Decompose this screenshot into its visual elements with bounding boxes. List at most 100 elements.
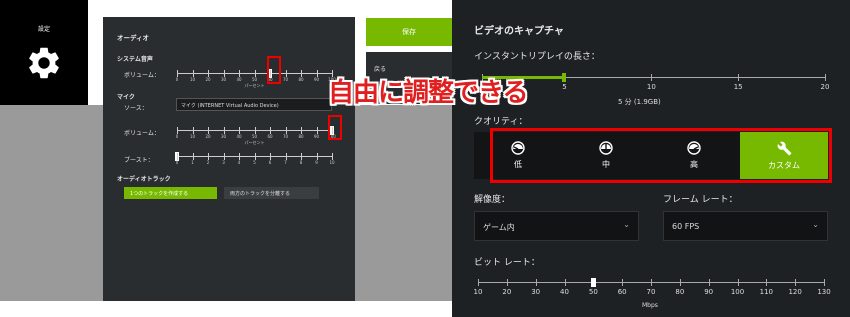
system-volume-slider[interactable]: パーセント 0 10 20 30 40 50 60 70 80 90 100 bbox=[175, 69, 336, 88]
instant-replay-label: インスタントリプレイの長さ： bbox=[474, 52, 600, 62]
highlight-quality bbox=[490, 128, 832, 183]
slider-tick bbox=[825, 74, 826, 81]
slider-tick-label: 15 bbox=[733, 83, 743, 91]
slider-tick-label: 3 bbox=[222, 160, 225, 165]
slider-tick bbox=[679, 279, 681, 286]
replay-knob[interactable] bbox=[562, 73, 567, 82]
resolution-dropdown[interactable]: ゲーム内 ⌄ bbox=[474, 211, 639, 241]
slider-tick bbox=[254, 70, 256, 77]
slider-tick bbox=[737, 279, 739, 286]
slider-tick bbox=[223, 70, 225, 77]
audio-track-label: オーディオトラック bbox=[117, 176, 171, 183]
slider-tick-label: 70 bbox=[282, 77, 289, 82]
slider-tick bbox=[192, 70, 194, 77]
slider-tick bbox=[192, 127, 194, 134]
slider-tick bbox=[478, 279, 479, 286]
left-screenshot: 設定 オーディオ システム音声 ボリューム： パーセント 0 10 20 30 40 50… bbox=[0, 0, 452, 317]
slider-tick-label: 10 bbox=[189, 77, 196, 82]
chevron-down-icon: ⌄ bbox=[812, 220, 819, 229]
slider-tick bbox=[535, 279, 537, 286]
slider-tick bbox=[301, 153, 302, 160]
slider-tick-label: 80 bbox=[675, 288, 685, 296]
slider-tick-label: 90 bbox=[313, 77, 320, 82]
capture-title: ビデオのキャプチャ bbox=[474, 26, 564, 37]
background-gray-right bbox=[355, 105, 452, 301]
slider-tick-label: 70 bbox=[646, 288, 656, 296]
source-label: ソース： bbox=[124, 105, 148, 112]
slider-tick-label: 10 bbox=[189, 134, 196, 139]
mic-source-dropdown[interactable]: マイク (INTERNET Virtual Audio Device) bbox=[176, 98, 332, 111]
system-audio-label: システム音声 bbox=[117, 56, 153, 63]
slider-tick bbox=[208, 70, 209, 77]
slider-tick-label: 120 bbox=[788, 288, 802, 296]
resolution-label: 解像度： bbox=[474, 195, 511, 205]
mic-label: マイク bbox=[117, 94, 135, 101]
percent-caption: パーセント bbox=[244, 140, 265, 145]
bitrate-slider[interactable]: 10 20 30 40 50 60 70 80 90 100 110 120 130 bbox=[474, 278, 831, 301]
slider-tick bbox=[239, 153, 240, 160]
slider-tick-label: 60 bbox=[617, 288, 627, 296]
slider-tick bbox=[824, 279, 825, 286]
mic-volume-slider[interactable]: パーセント 0 10 20 30 40 50 60 70 80 90 100 bbox=[175, 126, 336, 145]
slider-tick bbox=[285, 127, 287, 134]
slider-tick-label: 60 bbox=[267, 134, 273, 139]
split-tracks-button[interactable]: 両方のトラックを分離する bbox=[224, 187, 319, 199]
slider-tick bbox=[506, 279, 508, 286]
slider-tick-label: 20 bbox=[205, 77, 211, 82]
instant-replay-slider[interactable]: 0.25 5 10 15 20 bbox=[474, 73, 829, 94]
settings-tile[interactable]: 設定 bbox=[0, 0, 88, 105]
slider-tick-label: 100 bbox=[730, 288, 745, 296]
framerate-value: 60 FPS bbox=[672, 222, 700, 231]
slider-tick bbox=[301, 70, 302, 77]
slider-tick bbox=[301, 127, 302, 134]
slider-tick bbox=[177, 70, 178, 77]
mic-volume-label: ボリューム： bbox=[124, 130, 160, 137]
slider-tick-label: 4 bbox=[237, 160, 241, 165]
slider-tick-label: 80 bbox=[298, 134, 304, 139]
slider-tick bbox=[239, 70, 240, 77]
bitrate-label: ビット レート： bbox=[474, 258, 540, 268]
bitrate-unit: Mbps bbox=[642, 302, 658, 309]
slider-tick-label: 40 bbox=[236, 134, 242, 139]
create-single-track-button[interactable]: 1つのトラックを作成する bbox=[124, 187, 217, 199]
boost-slider[interactable]: 0 1 2 3 4 5 6 7 8 9 10 bbox=[175, 152, 335, 167]
slider-tick-label: 30 bbox=[531, 288, 541, 296]
slider-tick-label: 7 bbox=[284, 160, 287, 165]
resolution-value: ゲーム内 bbox=[483, 223, 515, 232]
slider-tick bbox=[285, 153, 287, 160]
slider-tick bbox=[622, 279, 624, 286]
slider-tick bbox=[177, 127, 178, 134]
slider-tick-label: 0 bbox=[175, 134, 179, 139]
slider-tick bbox=[285, 70, 287, 77]
percent-caption: パーセント bbox=[244, 83, 265, 88]
slider-tick bbox=[223, 153, 225, 160]
slider-tick bbox=[651, 74, 653, 81]
audio-title: オーディオ bbox=[117, 34, 150, 42]
audio-panel: オーディオ システム音声 ボリューム： パーセント 0 10 20 30 40 50 60 7… bbox=[103, 17, 355, 301]
gear-icon bbox=[29, 47, 59, 79]
slider-tick-label: 10 bbox=[329, 160, 335, 165]
framerate-dropdown[interactable]: 60 FPS ⌄ bbox=[663, 211, 828, 241]
bitrate-knob[interactable] bbox=[591, 278, 597, 287]
slider-tick bbox=[651, 279, 652, 286]
slider-tick-label: 20 bbox=[205, 134, 211, 139]
slider-tick bbox=[316, 127, 318, 134]
slider-tick-label: 50 bbox=[251, 77, 258, 82]
settings-label: 設定 bbox=[38, 26, 51, 33]
slider-tick bbox=[239, 127, 240, 134]
highlight-system-volume bbox=[267, 56, 281, 84]
slider-tick-label: 6 bbox=[268, 160, 272, 165]
slider-tick-label: 0 bbox=[175, 160, 179, 165]
slider-tick bbox=[177, 153, 178, 160]
slider-tick bbox=[270, 153, 271, 160]
slider-tick bbox=[795, 279, 797, 286]
system-volume-label: ボリューム： bbox=[124, 72, 160, 79]
background-gray-left bbox=[0, 105, 103, 301]
slider-tick-label: 0 bbox=[175, 77, 179, 82]
slider-tick-label: 50 bbox=[588, 288, 598, 296]
slider-tick bbox=[208, 153, 209, 160]
save-button[interactable]: 保存 bbox=[366, 18, 452, 46]
annotation-overlay-text: 自由に調整できる bbox=[328, 78, 528, 108]
slider-tick-label: 5 bbox=[253, 160, 256, 165]
slider-tick bbox=[192, 153, 194, 160]
